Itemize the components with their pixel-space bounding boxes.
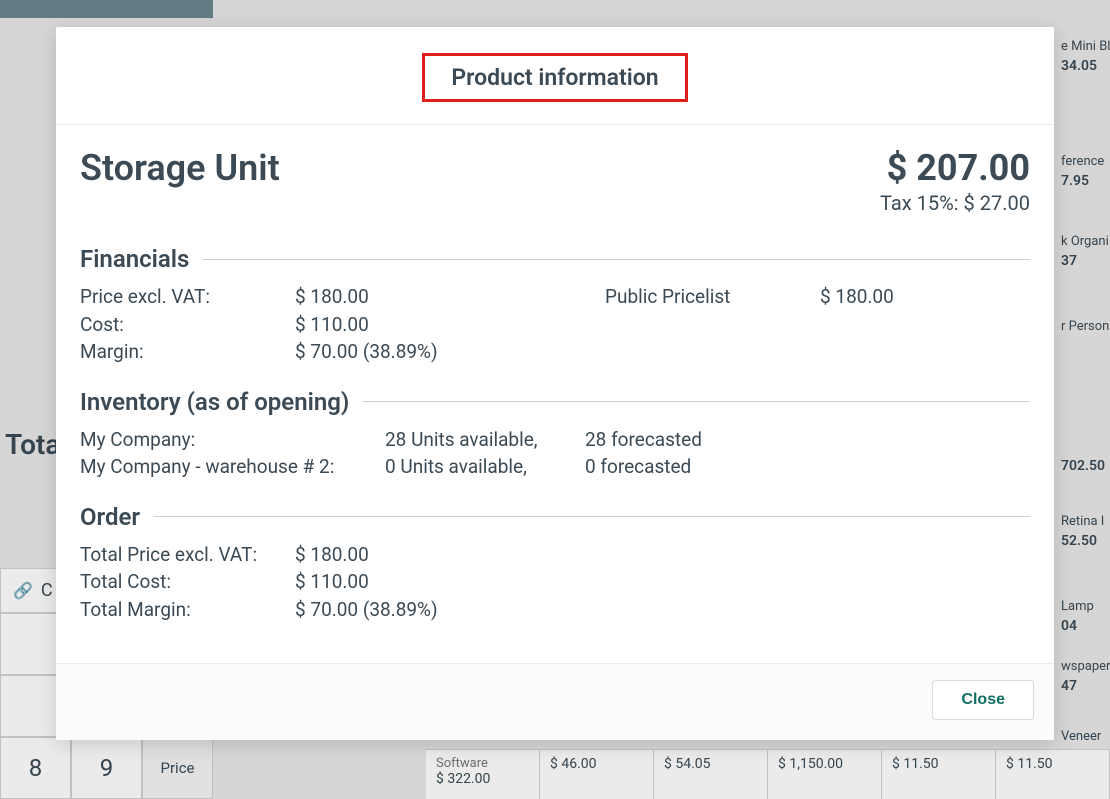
kv-value: $ 180.00 [820,283,894,366]
kv-row: Cost: $ 110.00 [80,311,605,339]
modal-body: Storage Unit $ 207.00 Tax 15%: $ 27.00 F… [56,125,1054,663]
heading-text: Order [80,503,140,531]
kv-value: $ 110.00 [295,311,369,339]
section-heading: Financials [80,245,1030,273]
product-price: $ 207.00 [880,147,1030,189]
kv-label: Total Price excl. VAT: [80,541,295,569]
financials-left: Price excl. VAT: $ 180.00 Cost: $ 110.00… [80,283,605,366]
kv-label: My Company: [80,426,385,454]
kv-value: $ 70.00 (38.89%) [295,338,438,366]
kv-value: $ 180.00 [295,541,369,569]
kv-label: Total Margin: [80,596,295,624]
kv-row: Total Price excl. VAT: $ 180.00 [80,541,1030,569]
inventory-forecast: 0 forecasted [585,453,691,481]
heading-text: Financials [80,245,189,273]
product-tax: Tax 15%: $ 27.00 [880,191,1030,215]
modal-title: Product information [422,53,687,102]
modal-header: Product information [56,27,1054,125]
inventory-section: Inventory (as of opening) My Company: 28… [80,388,1030,481]
heading-rule [363,401,1030,402]
financials-section: Financials Price excl. VAT: $ 180.00 Cos… [80,245,1030,366]
inventory-row: My Company - warehouse # 2: 0 Units avai… [80,453,1030,481]
heading-text: Inventory (as of opening) [80,388,349,416]
product-info-modal: Product information Storage Unit $ 207.0… [56,27,1054,740]
inventory-available: 28 Units available, [385,426,585,454]
kv-label: Cost: [80,311,295,339]
financials-right: Public Pricelist $ 180.00 [605,283,1030,366]
kv-value: $ 110.00 [295,568,369,596]
heading-rule [203,259,1030,260]
kv-row: Total Margin: $ 70.00 (38.89%) [80,596,1030,624]
kv-value: $ 180.00 [295,283,369,311]
kv-label: Public Pricelist [605,283,820,366]
kv-label: Price excl. VAT: [80,283,295,311]
section-heading: Order [80,503,1030,531]
close-button[interactable]: Close [932,680,1034,720]
order-section: Order Total Price excl. VAT: $ 180.00 To… [80,503,1030,624]
kv-label: Total Cost: [80,568,295,596]
modal-footer: Close [56,663,1054,740]
heading-rule [154,516,1030,517]
inventory-forecast: 28 forecasted [585,426,702,454]
kv-label: Margin: [80,338,295,366]
section-heading: Inventory (as of opening) [80,388,1030,416]
inventory-available: 0 Units available, [385,453,585,481]
price-block: $ 207.00 Tax 15%: $ 27.00 [880,147,1030,215]
kv-row: Margin: $ 70.00 (38.89%) [80,338,605,366]
kv-label: My Company - warehouse # 2: [80,453,385,481]
kv-row: Total Cost: $ 110.00 [80,568,1030,596]
inventory-row: My Company: 28 Units available, 28 forec… [80,426,1030,454]
product-name: Storage Unit [80,147,280,189]
kv-value: $ 70.00 (38.89%) [295,596,438,624]
product-summary: Storage Unit $ 207.00 Tax 15%: $ 27.00 [80,147,1030,215]
kv-row: Price excl. VAT: $ 180.00 [80,283,605,311]
